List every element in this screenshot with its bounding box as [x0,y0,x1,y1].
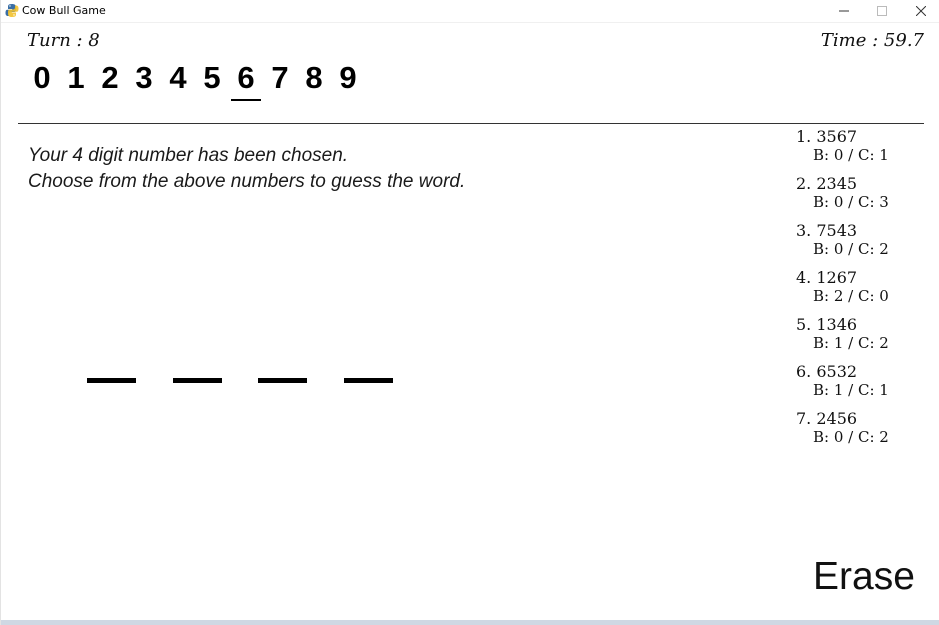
history-guess: 3. 7543 [796,221,858,240]
digit-9[interactable]: 9 [331,60,365,104]
game-window: Cow Bull Game Turn : 8 Time : 59.7 01234… [0,0,939,625]
digit-5[interactable]: 5 [195,60,229,104]
history-guess: 6. 6532 [796,362,858,381]
digit-1[interactable]: 1 [59,60,93,104]
digit-3[interactable]: 3 [127,60,161,104]
history-result: B: 0 / C: 2 [813,240,889,258]
erase-button[interactable]: Erase [813,553,915,601]
guess-slot [172,378,222,383]
history-guess: 4. 1267 [796,268,858,287]
digit-selector: 0123456789 [25,60,365,104]
divider [18,123,924,124]
history-item: 6. 6532 B: 1 / C: 1 [796,363,926,410]
history-result: B: 0 / C: 3 [813,193,889,211]
close-button[interactable] [906,0,936,22]
minimize-icon [839,10,849,12]
guess-history: 1. 3567 B: 0 / C: 1 2. 2345 B: 0 / C: 3 3. 7… [796,128,926,457]
turn-counter: Turn : 8 [27,30,100,51]
title-bar[interactable]: Cow Bull Game [1,0,939,23]
history-item: 7. 2456 B: 0 / C: 2 [796,410,926,457]
history-result: B: 1 / C: 2 [813,334,889,352]
digit-0[interactable]: 0 [25,60,59,104]
history-item: 4. 1267 B: 2 / C: 0 [796,269,926,316]
history-guess: 1. 3567 [796,127,858,146]
digit-8[interactable]: 8 [297,60,331,104]
python-icon [5,4,19,17]
maximize-icon [877,6,887,16]
taskbar-edge [1,620,939,625]
history-result: B: 1 / C: 1 [813,381,889,399]
timer: Time : 59.7 [820,30,924,51]
history-guess: 5. 1346 [796,315,858,334]
digit-4[interactable]: 4 [161,60,195,104]
history-result: B: 0 / C: 1 [813,146,889,164]
history-item: 5. 1346 B: 1 / C: 2 [796,316,926,363]
instruction-line-1: Your 4 digit number has been chosen. [28,145,349,166]
history-item: 1. 3567 B: 0 / C: 1 [796,128,926,175]
window-title: Cow Bull Game [22,4,106,17]
maximize-button[interactable] [867,0,897,22]
guess-slot [258,378,307,383]
history-guess: 7. 2456 [796,409,858,428]
guess-slot [87,378,136,383]
history-item: 3. 7543 B: 0 / C: 2 [796,222,926,269]
history-result: B: 0 / C: 2 [813,428,889,446]
history-item: 2. 2345 B: 0 / C: 3 [796,175,926,222]
instruction-line-2: Choose from the above numbers to guess t… [28,171,466,192]
close-icon [916,6,926,16]
minimize-button[interactable] [829,0,859,22]
digit-2[interactable]: 2 [93,60,127,104]
digit-7[interactable]: 7 [263,60,297,104]
instructions: Your 4 digit number has been chosen. Cho… [28,143,465,195]
history-result: B: 2 / C: 0 [813,287,889,305]
history-guess: 2. 2345 [796,174,858,193]
digit-6[interactable]: 6 [229,60,263,104]
guess-slot [343,378,393,383]
